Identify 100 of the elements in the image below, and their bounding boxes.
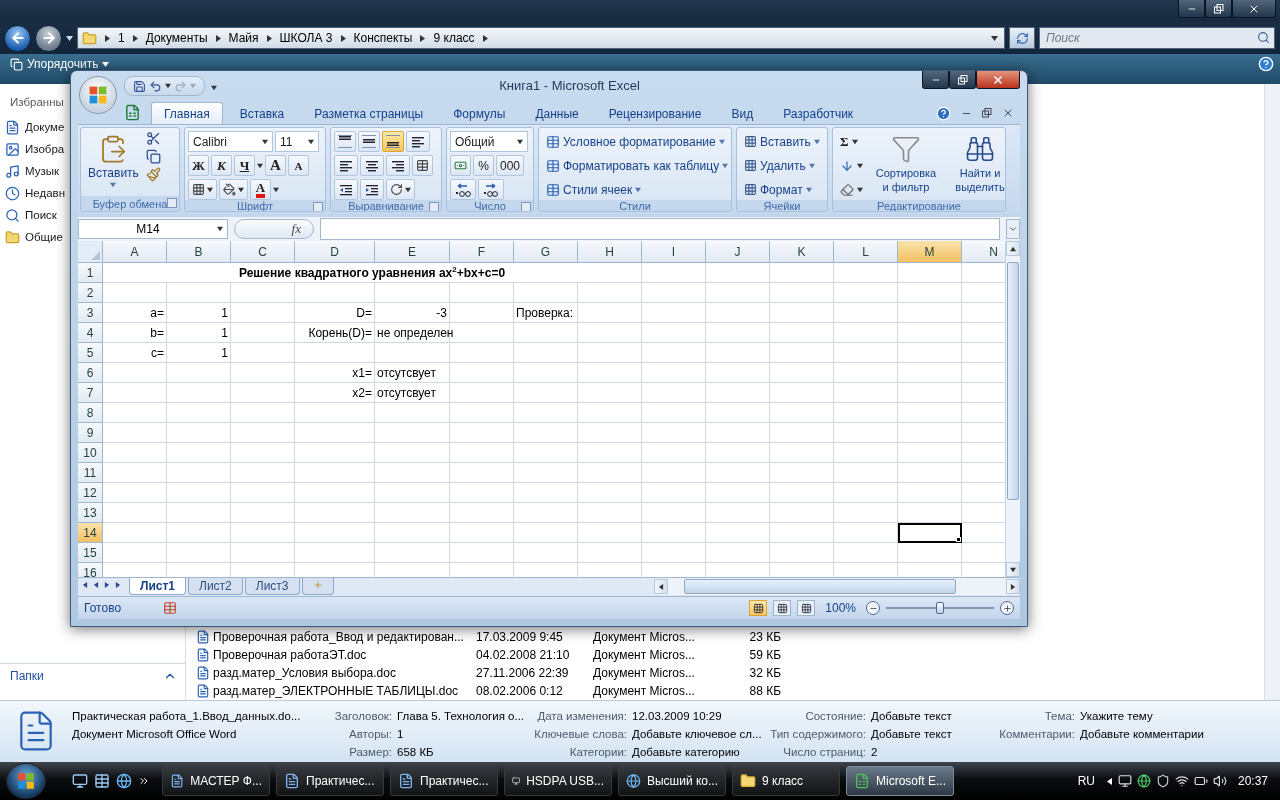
taskbar-button[interactable]: Microsoft E... <box>846 766 954 796</box>
ribbon-tab[interactable]: Разработчик <box>770 102 867 124</box>
nav-item[interactable]: Музык <box>0 160 60 182</box>
cells-command[interactable]: Формат <box>740 179 824 200</box>
styles-command[interactable]: Условное форматирование <box>542 131 731 152</box>
row-header[interactable]: 15 <box>78 543 103 563</box>
autosum-button[interactable]: Σ <box>836 131 867 152</box>
ribbon-tab[interactable]: Вставка <box>226 102 298 124</box>
column-header[interactable]: N <box>962 241 1005 263</box>
column-header[interactable]: A <box>103 241 167 263</box>
sort-filter-button[interactable]: Сортировка и фильтр <box>870 131 942 200</box>
bold-button[interactable]: Ж <box>188 155 209 176</box>
column-header[interactable]: J <box>706 241 770 263</box>
spreadsheet-cell[interactable]: 1 <box>167 343 231 363</box>
row-header[interactable]: 7 <box>78 383 103 403</box>
font-size-select[interactable]: 11 <box>275 131 319 152</box>
ribbon-tab[interactable]: Рецензирование <box>595 102 715 124</box>
ribbon-tab[interactable]: Данные <box>522 102 592 124</box>
percent-button[interactable]: % <box>473 155 494 176</box>
number-format-select[interactable]: Общий <box>450 131 528 152</box>
address-bar[interactable]: 1 Документы Майя ШКОЛА 3 Конспекты 9 класс <box>77 27 1005 49</box>
row-header[interactable]: 5 <box>78 343 103 363</box>
column-header[interactable]: C <box>231 241 295 263</box>
spreadsheet-cell[interactable]: c= <box>103 343 167 363</box>
row-header[interactable]: 6 <box>78 363 103 383</box>
taskbar-button[interactable]: Практичес... <box>276 766 384 796</box>
spreadsheet-cell[interactable]: D= <box>295 303 375 323</box>
ribbon-tab[interactable]: Главная <box>151 102 223 124</box>
breadcrumb-item[interactable]: ШКОЛА 3 <box>279 31 333 45</box>
ribbon-tab[interactable]: Формулы <box>440 102 519 124</box>
spreadsheet-cell[interactable]: отсутсвует <box>375 383 450 403</box>
row-header[interactable]: 2 <box>78 283 103 303</box>
column-header[interactable]: D <box>295 241 375 263</box>
row-header[interactable]: 16 <box>78 563 103 577</box>
property-value[interactable]: 12.03.2009 10:29 <box>632 709 760 724</box>
cells-command[interactable]: Вставить <box>740 131 824 152</box>
file-name[interactable]: Проверочная работа_Ввод и редактирован... <box>196 630 476 644</box>
taskbar-button[interactable]: 9 класс <box>732 766 840 796</box>
spreadsheet-cell[interactable]: Проверка: <box>514 303 578 323</box>
row-header[interactable]: 13 <box>78 503 103 523</box>
spreadsheet-cell[interactable]: Решение квадратного уравнения ax$^{2}$+bx+c=0 <box>103 263 642 283</box>
taskbar-button[interactable]: МАСТЕР Ф... <box>162 766 270 796</box>
property-value[interactable]: Укажите тему <box>1080 709 1220 724</box>
column-header[interactable]: B <box>167 241 231 263</box>
cells-command[interactable]: Удалить <box>740 155 824 176</box>
property-value[interactable]: Добавьте ключевое сл... <box>632 727 760 742</box>
property-value[interactable]: 658 КБ <box>397 745 527 760</box>
property-value[interactable]: Добавьте категорию <box>632 745 760 760</box>
row-header[interactable]: 9 <box>78 423 103 443</box>
spreadsheet-cell[interactable]: 1 <box>167 303 231 323</box>
property-value[interactable]: 1 <box>397 727 527 742</box>
breadcrumb-item[interactable]: Документы <box>145 31 208 45</box>
spreadsheet-cell[interactable]: b= <box>103 323 167 343</box>
paste-button[interactable]: Вставить <box>84 131 143 196</box>
row-header[interactable]: 3 <box>78 303 103 323</box>
property-value[interactable]: Добавьте текст <box>871 709 963 724</box>
row-header[interactable]: 1 <box>78 263 103 283</box>
column-header[interactable]: F <box>450 241 514 263</box>
spreadsheet-cell[interactable]: x1= <box>295 363 375 383</box>
italic-button[interactable]: К <box>211 155 232 176</box>
organize-button[interactable]: Упорядочить <box>8 56 112 72</box>
nav-item[interactable]: Общие <box>0 226 63 248</box>
ribbon-tab[interactable]: Вид <box>718 102 767 124</box>
nav-item[interactable]: Поиск <box>0 204 57 226</box>
spreadsheet-cell[interactable]: 1 <box>167 323 231 343</box>
breadcrumb-item[interactable]: 9 класс <box>433 31 475 45</box>
column-header[interactable]: E <box>375 241 450 263</box>
search-field[interactable]: Поиск <box>1039 27 1275 49</box>
spreadsheet-cell[interactable]: Корень(D)= <box>295 323 375 343</box>
column-header[interactable]: M <box>898 241 962 263</box>
column-header[interactable]: L <box>834 241 898 263</box>
nav-item[interactable]: Изобра <box>0 138 65 160</box>
nav-item[interactable]: Докуме <box>0 116 65 138</box>
row-header[interactable]: 14 <box>78 523 103 543</box>
property-value[interactable]: Глава 5. Технология о... <box>397 709 527 724</box>
column-header[interactable]: G <box>514 241 578 263</box>
thousands-button[interactable]: 000 <box>496 155 525 176</box>
column-header[interactable]: K <box>770 241 834 263</box>
spreadsheet-cell[interactable]: x2= <box>295 383 375 403</box>
taskbar-button[interactable]: Высший ко... <box>618 766 726 796</box>
breadcrumb-item[interactable]: 1 <box>118 31 125 45</box>
underline-button[interactable]: Ч <box>234 155 255 176</box>
font-color-button[interactable]: A <box>250 179 271 200</box>
styles-command[interactable]: Форматировать как таблицу <box>542 155 731 176</box>
ribbon-tab[interactable]: Разметка страницы <box>301 102 437 124</box>
insert-function-button[interactable]: fx <box>291 221 301 237</box>
spreadsheet-cell[interactable]: a= <box>103 303 167 323</box>
name-box[interactable]: M14 <box>78 219 228 239</box>
row-header[interactable]: 4 <box>78 323 103 343</box>
sheet-tab[interactable]: Лист2 <box>188 578 243 595</box>
breadcrumb-item[interactable]: Конспекты <box>353 31 413 45</box>
row-header[interactable]: 8 <box>78 403 103 423</box>
property-value[interactable]: 2 <box>871 745 963 760</box>
sheet-tab[interactable]: Лист3 <box>244 578 300 595</box>
column-header[interactable]: H <box>578 241 642 263</box>
find-select-button[interactable]: Найти и выделить <box>945 131 1005 200</box>
grow-font-button[interactable]: A <box>265 155 286 176</box>
styles-command[interactable]: Стили ячеек <box>542 179 731 200</box>
property-value[interactable]: Добавьте комментарии <box>1080 727 1220 742</box>
taskbar-button[interactable]: HSDPA USB... <box>504 766 612 796</box>
